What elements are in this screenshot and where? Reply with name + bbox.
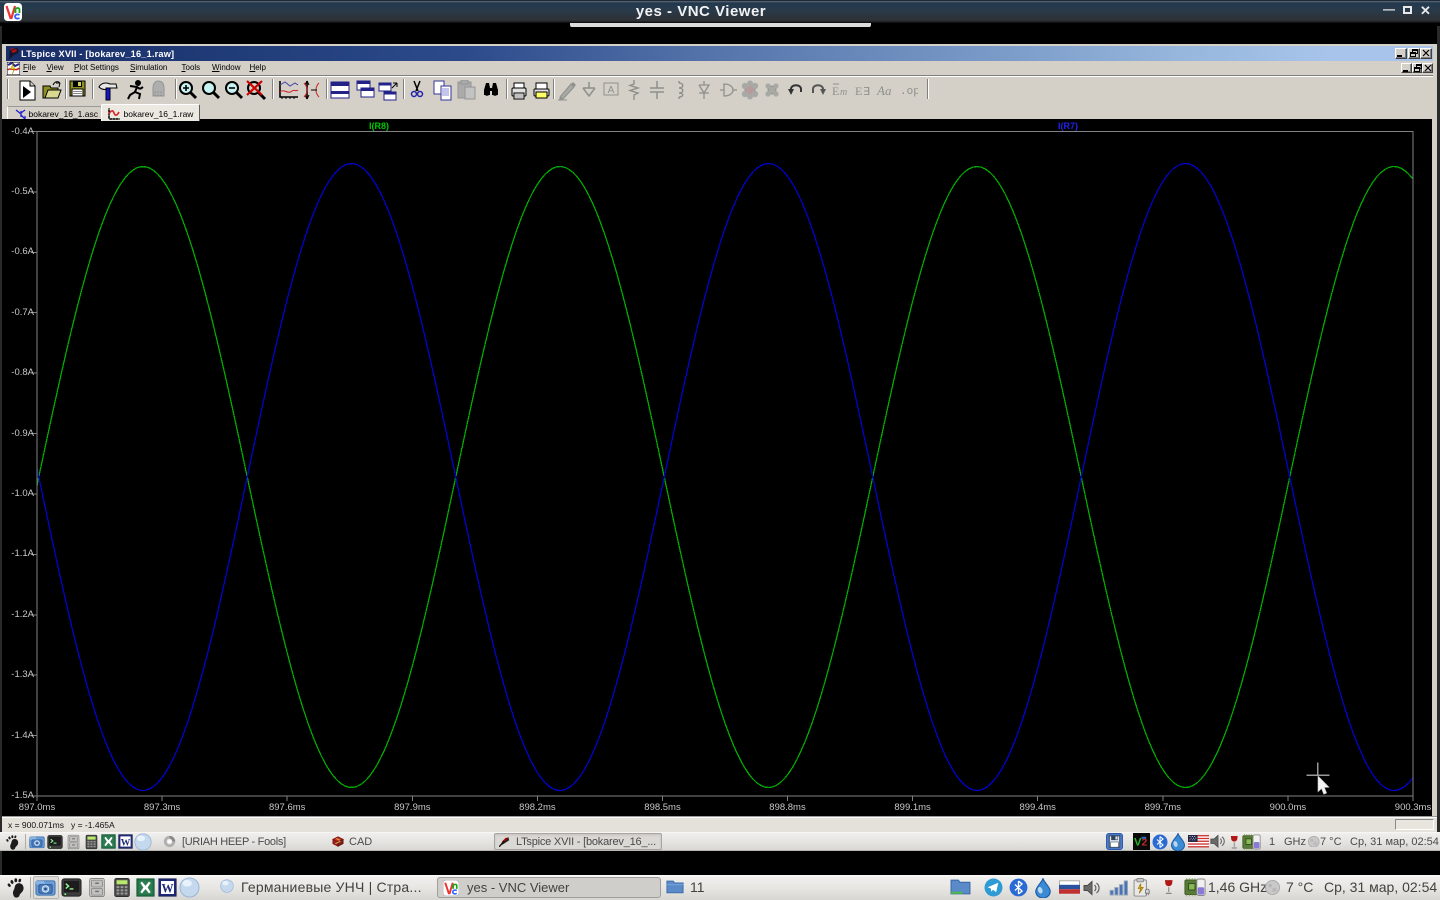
svg-text:∃: ∃ xyxy=(863,86,870,98)
svg-text:.op: .op xyxy=(900,86,918,98)
svg-text:E: E xyxy=(855,84,862,98)
svg-text:Aa: Aa xyxy=(876,83,892,98)
svg-text:m: m xyxy=(840,87,847,98)
svg-text:E: E xyxy=(832,84,839,98)
svg-text:A: A xyxy=(608,85,615,96)
